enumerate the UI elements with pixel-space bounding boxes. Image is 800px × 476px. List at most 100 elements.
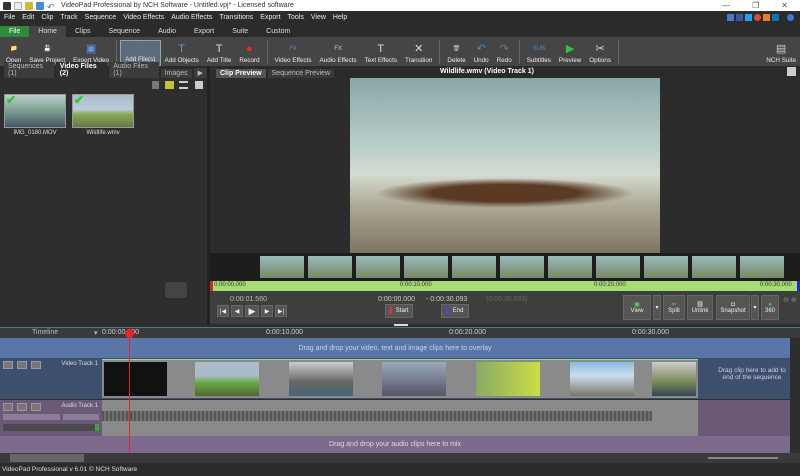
text-effects-button[interactable]: T Text Effects: [361, 42, 401, 66]
like-icon[interactable]: [727, 13, 734, 21]
collapse-track-button[interactable]: [3, 361, 13, 369]
tab-audio[interactable]: Audio: [149, 26, 185, 37]
playhead[interactable]: [129, 329, 130, 453]
volume-slider[interactable]: [3, 414, 60, 420]
view-dropdown[interactable]: ▾: [653, 295, 661, 320]
vr360-button[interactable]: ● 360: [761, 295, 779, 320]
video-clip[interactable]: [476, 362, 540, 396]
list-view-icon[interactable]: [179, 81, 188, 89]
zoom-in-icon[interactable]: ⊕: [791, 296, 797, 304]
tab-clips[interactable]: Clips: [66, 26, 100, 37]
transition-button[interactable]: ✕ Transition: [401, 42, 436, 66]
end-of-sequence-dropzone[interactable]: Drag clip here to add to end of the sequ…: [698, 358, 790, 399]
menu-track[interactable]: Track: [60, 14, 77, 21]
trash-icon[interactable]: [152, 81, 159, 89]
snapshot-button[interactable]: ◘ Snapshot: [716, 295, 750, 320]
audio-mix-dropzone[interactable]: Drag and drop your audio clips here to m…: [0, 436, 790, 453]
overlay-track-dropzone[interactable]: Drag and drop your video, text and image…: [0, 338, 790, 358]
close-button[interactable]: ✕: [781, 1, 788, 10]
audio-effects-button[interactable]: FX Audio Effects: [316, 42, 361, 66]
new-icon[interactable]: [14, 1, 22, 10]
google-plus-icon[interactable]: [754, 13, 761, 21]
lock-track-button[interactable]: [31, 403, 41, 411]
nch-suite-button[interactable]: ▤ NCH Suite: [762, 42, 800, 66]
save-icon[interactable]: [36, 1, 44, 10]
redo-button[interactable]: ↷ Redo: [493, 42, 516, 66]
timeline-scrollbar[interactable]: [0, 453, 800, 463]
record-button[interactable]: ● Record: [235, 42, 263, 66]
play-button[interactable]: ▶: [245, 305, 259, 317]
linkedin-icon[interactable]: [772, 13, 779, 21]
split-button[interactable]: ✂ Split: [663, 295, 685, 320]
timeline-dropdown[interactable]: ▾: [94, 329, 98, 337]
subtitles-button[interactable]: SUB Subtitles: [523, 42, 555, 66]
stumbleupon-icon[interactable]: [763, 13, 770, 21]
view-button[interactable]: ▣ View: [623, 295, 651, 320]
tab-images[interactable]: Images: [160, 69, 192, 78]
set-end-button[interactable]: ▌ End: [441, 304, 469, 318]
zoom-out-icon[interactable]: ⊖: [783, 296, 789, 304]
more-tabs-button[interactable]: ▶: [193, 68, 207, 78]
undock-icon[interactable]: [195, 81, 203, 89]
tab-export[interactable]: Export: [185, 26, 223, 37]
undo-icon[interactable]: ↶: [47, 2, 55, 12]
preview-button[interactable]: ▶ Preview: [555, 42, 585, 66]
step-forward-button[interactable]: ▶: [261, 305, 273, 317]
preview-ruler[interactable]: 0:00:00.000 0:00:10.000 0:00:20.000 0:00…: [210, 281, 800, 291]
collapse-track-button[interactable]: [3, 403, 13, 411]
video-clip[interactable]: [570, 362, 634, 396]
help-icon[interactable]: [787, 13, 794, 21]
set-start-button[interactable]: ▌ Start: [385, 304, 413, 318]
splitter-handle[interactable]: [394, 324, 408, 326]
add-folder-icon[interactable]: [165, 81, 174, 89]
facebook-icon[interactable]: [736, 13, 743, 21]
video-clip[interactable]: [652, 362, 696, 396]
skip-start-button[interactable]: |◀: [217, 305, 229, 317]
undo-button[interactable]: ↶ Undo: [470, 42, 493, 66]
menu-view[interactable]: View: [311, 14, 326, 21]
video-clip[interactable]: [382, 362, 446, 396]
maximize-button[interactable]: ❐: [752, 1, 759, 10]
tab-home[interactable]: Home: [29, 26, 66, 37]
menu-export[interactable]: Export: [260, 14, 280, 21]
add-objects-button[interactable]: T Add Objects: [161, 42, 203, 66]
audio-waveform[interactable]: [102, 400, 698, 436]
video-clip[interactable]: [289, 362, 353, 396]
tab-suite[interactable]: Suite: [223, 26, 257, 37]
menu-clip[interactable]: Clip: [41, 14, 53, 21]
lock-track-button[interactable]: [31, 361, 41, 369]
tab-sequence[interactable]: Sequence: [100, 26, 150, 37]
menu-file[interactable]: File: [4, 14, 15, 21]
tab-sequences[interactable]: Sequences (1): [4, 62, 54, 78]
menu-sequence[interactable]: Sequence: [85, 14, 117, 21]
video-clip[interactable]: [195, 362, 259, 396]
menu-help[interactable]: Help: [333, 14, 347, 21]
snapshot-dropdown[interactable]: ▾: [751, 295, 759, 320]
hide-track-button[interactable]: [17, 361, 27, 369]
twitter-icon[interactable]: [745, 13, 752, 21]
options-button[interactable]: ✂ Options: [585, 42, 615, 66]
pan-slider[interactable]: [63, 414, 99, 420]
bin-clip[interactable]: ✔ Wildlife.wmv: [72, 93, 134, 136]
menu-audio-effects[interactable]: Audio Effects: [171, 14, 212, 21]
skip-end-button[interactable]: ▶|: [275, 305, 287, 317]
open-icon[interactable]: [25, 1, 33, 10]
menu-transitions[interactable]: Transitions: [219, 14, 253, 21]
tab-sequence-preview[interactable]: Sequence Preview: [267, 69, 335, 78]
add-title-button[interactable]: T Add Title: [203, 42, 236, 66]
tab-audio-files[interactable]: Audio Files (1): [109, 62, 159, 78]
menu-video-effects[interactable]: Video Effects: [123, 14, 164, 21]
unlink-button[interactable]: ⛓ Unlink: [687, 295, 713, 320]
delete-button[interactable]: 🗑 Delete: [443, 42, 469, 66]
video-clip[interactable]: [104, 362, 167, 396]
minimize-button[interactable]: —: [722, 1, 730, 10]
bin-clip[interactable]: ✔ IMG_0180.MOV: [4, 93, 66, 136]
menu-tools[interactable]: Tools: [288, 14, 304, 21]
undock-preview-icon[interactable]: [787, 67, 796, 76]
scroll-thumb[interactable]: [10, 454, 84, 462]
menu-edit[interactable]: Edit: [22, 14, 34, 21]
video-effects-button[interactable]: FX Video Effects: [271, 42, 316, 66]
tab-video-files[interactable]: Video Files (2): [55, 62, 108, 78]
step-back-button[interactable]: ◀: [231, 305, 243, 317]
tab-file[interactable]: File: [0, 26, 30, 37]
